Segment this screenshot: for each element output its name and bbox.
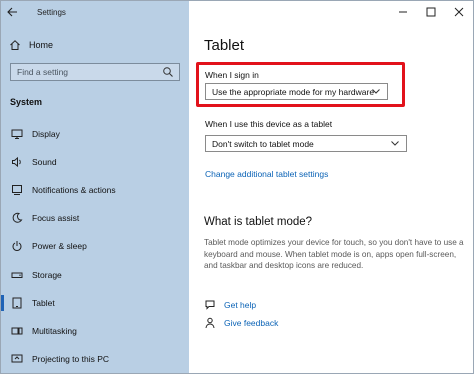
settings-window: Settings Home Find a setting System Disp… [0,0,474,374]
sidebar-item-label: Sound [32,157,57,167]
titlebar: Settings [1,1,189,23]
get-help-label: Get help [224,300,257,310]
sidebar: Settings Home Find a setting System Disp… [1,1,189,373]
change-tablet-settings-link[interactable]: Change additional tablet settings [205,169,328,179]
selection-indicator [1,295,4,311]
home-label: Home [29,40,54,50]
sidebar-item-label: Projecting to this PC [32,354,110,364]
sidebar-item-label: Notifications & actions [32,185,116,195]
power-icon [11,240,23,252]
home-icon [9,39,21,51]
chevron-down-icon [391,141,399,146]
speaker-icon [11,156,23,168]
moon-icon [11,212,23,224]
search-placeholder: Find a setting [17,67,69,77]
sidebar-item-label: Storage [32,270,62,280]
section-title: System [10,97,43,107]
sidebar-item-label: Focus assist [32,213,80,223]
multitasking-icon [11,325,23,337]
projecting-icon [11,353,23,365]
get-help-link[interactable]: Get help [204,299,256,311]
sidebar-item-focus-assist[interactable]: Focus assist [1,208,189,228]
monitor-icon [11,128,23,140]
sidebar-item-tablet[interactable]: Tablet [1,293,189,313]
sidebar-item-power-sleep[interactable]: Power & sleep [1,236,189,256]
back-arrow-icon [7,7,17,17]
device-tablet-label: When I use this device as a tablet [205,119,333,129]
page-title: Tablet [204,37,245,54]
search-input[interactable]: Find a setting [10,63,180,81]
tablet-mode-description: Tablet mode optimizes your device for to… [204,238,464,270]
search-icon [163,67,173,77]
section-heading: What is tablet mode? [204,216,313,228]
main-content: Tablet When I sign in Use the appropriat… [189,1,473,373]
sidebar-item-projecting[interactable]: Projecting to this PC [1,349,189,369]
feedback-icon [204,317,216,329]
sidebar-item-label: Tablet [32,298,55,308]
storage-icon [11,269,23,281]
notifications-icon [11,184,23,196]
back-button[interactable] [1,1,23,23]
sidebar-item-notifications[interactable]: Notifications & actions [1,180,189,200]
sidebar-item-label: Display [32,129,60,139]
home-link[interactable]: Home [9,39,53,51]
sidebar-item-display[interactable]: Display [1,124,189,144]
sidebar-item-storage[interactable]: Storage [1,265,189,285]
app-title: Settings [37,7,66,17]
sidebar-item-label: Power & sleep [32,241,87,251]
give-feedback-label: Give feedback [224,318,279,328]
sidebar-item-sound[interactable]: Sound [1,152,189,172]
give-feedback-link[interactable]: Give feedback [204,317,278,329]
tablet-switch-dropdown[interactable]: Don't switch to tablet mode [205,135,407,152]
tablet-icon [11,297,23,309]
sidebar-item-multitasking[interactable]: Multitasking [1,321,189,341]
tablet-switch-value: Don't switch to tablet mode [212,138,314,149]
highlight-box [196,62,405,107]
sidebar-item-label: Multitasking [32,326,77,336]
chat-bubble-icon [204,299,216,311]
